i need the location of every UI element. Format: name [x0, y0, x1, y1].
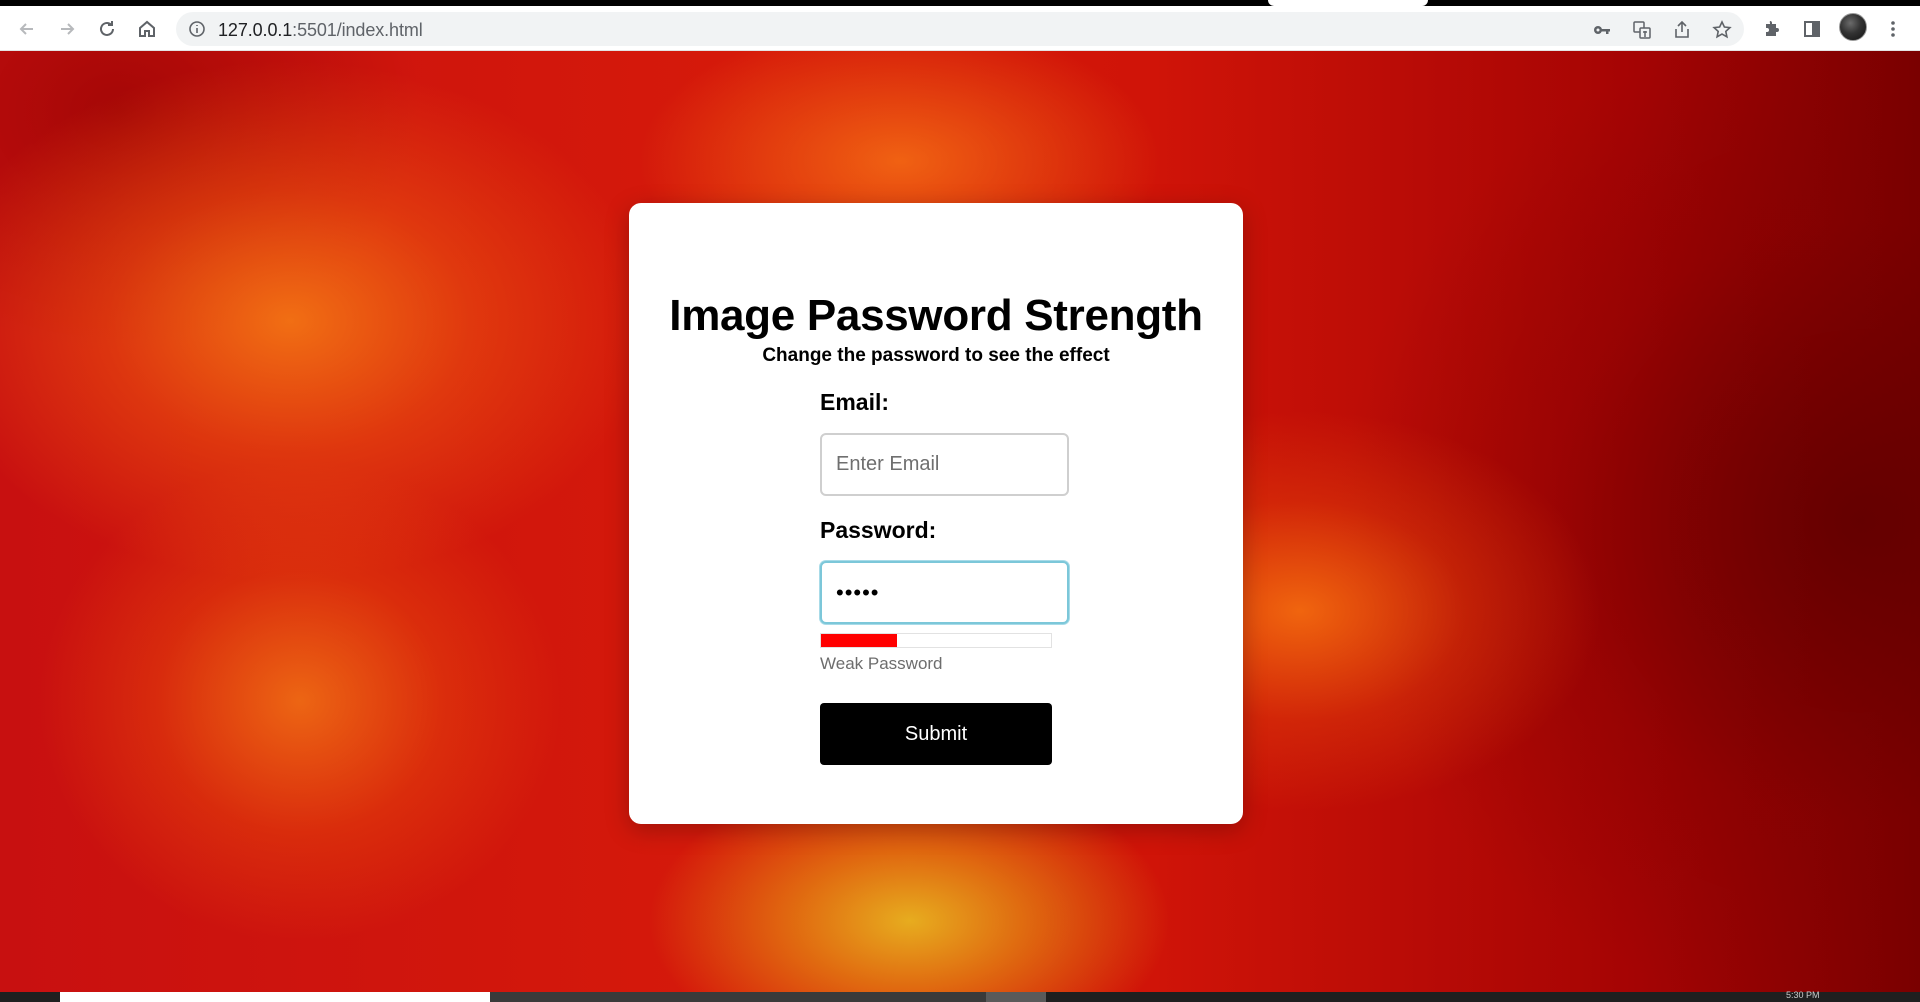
page-title: Image Password Strength	[669, 291, 1203, 340]
page-subtitle: Change the password to see the effect	[762, 345, 1110, 366]
avatar[interactable]	[1839, 13, 1867, 41]
home-icon[interactable]	[132, 14, 162, 44]
address-bar[interactable]: 127.0.0.1:5501/index.html	[176, 12, 1744, 46]
page-background: Image Password Strength Change the passw…	[0, 51, 1920, 992]
taskbar-thumbnail[interactable]	[986, 992, 1046, 1002]
taskbar-clock: 5:30 PM	[1786, 990, 1820, 1000]
back-icon[interactable]	[12, 14, 42, 44]
info-icon[interactable]	[188, 20, 206, 38]
password-input[interactable]	[820, 561, 1069, 624]
taskbar-thumbnail[interactable]	[490, 992, 986, 1002]
email-input[interactable]	[820, 433, 1069, 496]
password-form-card: Image Password Strength Change the passw…	[629, 203, 1243, 824]
star-icon[interactable]	[1712, 20, 1732, 40]
share-icon[interactable]	[1672, 20, 1692, 40]
url-path: :5501/index.html	[292, 20, 423, 40]
extensions-icon[interactable]	[1757, 14, 1787, 44]
side-panel-icon[interactable]	[1797, 14, 1827, 44]
forward-icon[interactable]	[52, 14, 82, 44]
menu-icon[interactable]	[1878, 14, 1908, 44]
key-icon[interactable]	[1592, 20, 1612, 40]
password-strength-bar	[820, 633, 1052, 648]
taskbar: 5:30 PM	[0, 990, 1920, 1002]
taskbar-thumbnail[interactable]	[60, 992, 490, 1002]
url-host: 127.0.0.1	[218, 20, 293, 40]
email-label: Email:	[820, 389, 890, 415]
password-strength-fill	[821, 634, 897, 647]
browser-toolbar: 127.0.0.1:5501/index.html	[0, 6, 1920, 51]
reload-icon[interactable]	[92, 14, 122, 44]
password-label: Password:	[820, 517, 937, 543]
url-text[interactable]: 127.0.0.1:5501/index.html	[218, 20, 423, 41]
submit-button[interactable]: Submit	[820, 703, 1052, 765]
password-strength-text: Weak Password	[820, 654, 943, 673]
translate-icon[interactable]	[1632, 20, 1652, 40]
